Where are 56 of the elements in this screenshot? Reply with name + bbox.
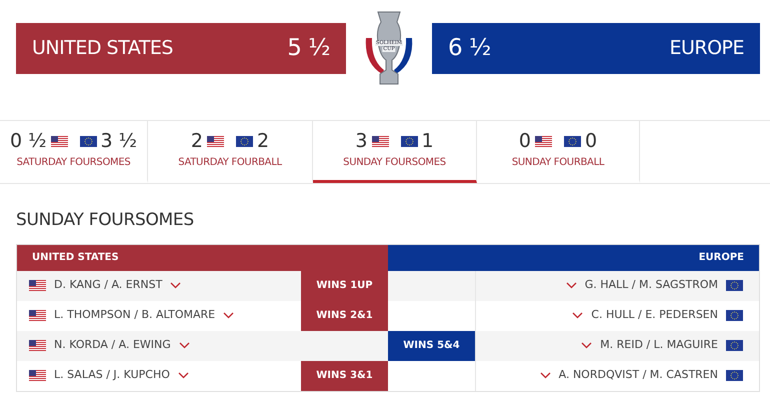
chevron-down-icon[interactable]	[572, 312, 584, 319]
player-names: D. KANG / A. ERNST	[54, 277, 162, 294]
us-flag-icon	[372, 136, 388, 147]
column-header: EUROPE	[388, 244, 759, 270]
eu-flag-icon	[80, 136, 96, 147]
result-label: WINS 3&1	[301, 360, 388, 390]
section-title: SUNDAY FOURSOMES	[16, 209, 195, 232]
result-label: WINS 5&4	[388, 330, 475, 360]
score-text: 0 ½	[10, 131, 46, 152]
eu-flag-icon	[726, 310, 743, 321]
result-label: WINS 1UP	[301, 270, 388, 300]
chevron-down-icon[interactable]	[223, 312, 234, 319]
result-label: WINS 2&1	[301, 300, 388, 330]
score-text: 2	[190, 131, 203, 152]
column-header: UNITED STATES	[17, 244, 388, 270]
us-flag-icon	[29, 310, 46, 321]
team-score: 6 ½	[448, 34, 491, 63]
player-names: C. HULL / E. PEDERSEN	[591, 307, 718, 324]
tab-label: SATURDAY FOURSOMES	[16, 156, 130, 170]
us-flag-icon	[535, 136, 552, 147]
score-text: 3	[355, 131, 368, 152]
player-names: M. REID / L. MAGUIRE	[600, 337, 718, 354]
eu-flag-icon	[400, 136, 418, 147]
score-text: 2	[257, 131, 270, 152]
tab-label: SATURDAY FOURBALL	[178, 156, 282, 170]
player-names: A. NORDQVIST / M. CASTREN	[558, 367, 718, 384]
team-score: 5 ½	[287, 34, 330, 63]
us-flag-icon	[207, 136, 224, 147]
player-names: L. THOMPSON / B. ALTOMARE	[54, 307, 216, 324]
eu-flag-icon	[726, 340, 743, 351]
chevron-down-icon[interactable]	[566, 282, 577, 289]
us-flag-icon	[29, 280, 46, 291]
eu-flag-icon	[564, 136, 581, 147]
score-text: 3 ½	[100, 131, 138, 152]
us-flag-icon	[29, 370, 46, 381]
eu-flag-icon	[726, 280, 743, 291]
chevron-down-icon[interactable]	[178, 372, 189, 379]
score-text: 0	[518, 131, 531, 152]
chevron-down-icon[interactable]	[540, 372, 551, 379]
score-text: 0	[585, 131, 598, 152]
player-names: N. KORDA / A. EWING	[54, 337, 171, 354]
chevron-down-icon[interactable]	[178, 342, 190, 349]
chevron-down-icon[interactable]	[581, 342, 592, 349]
eu-flag-icon	[726, 370, 743, 381]
tab-label: SUNDAY FOURBALL	[512, 156, 604, 170]
eu-flag-icon	[236, 136, 253, 147]
team-name: UNITED STATES	[32, 36, 173, 61]
us-flag-icon	[29, 340, 46, 351]
chevron-down-icon[interactable]	[170, 282, 182, 289]
tab[interactable]: 3 1 SUNDAY FOURSOMES	[313, 121, 477, 183]
score-text: 1	[422, 131, 434, 152]
us-flag-icon	[50, 136, 68, 147]
player-names: L. SALAS / J. KUPCHO	[54, 367, 170, 384]
player-names: G. HALL / M. SAGSTROM	[584, 277, 718, 294]
tab-label: SUNDAY FOURSOMES	[343, 156, 446, 170]
team-name: EUROPE	[669, 36, 744, 61]
